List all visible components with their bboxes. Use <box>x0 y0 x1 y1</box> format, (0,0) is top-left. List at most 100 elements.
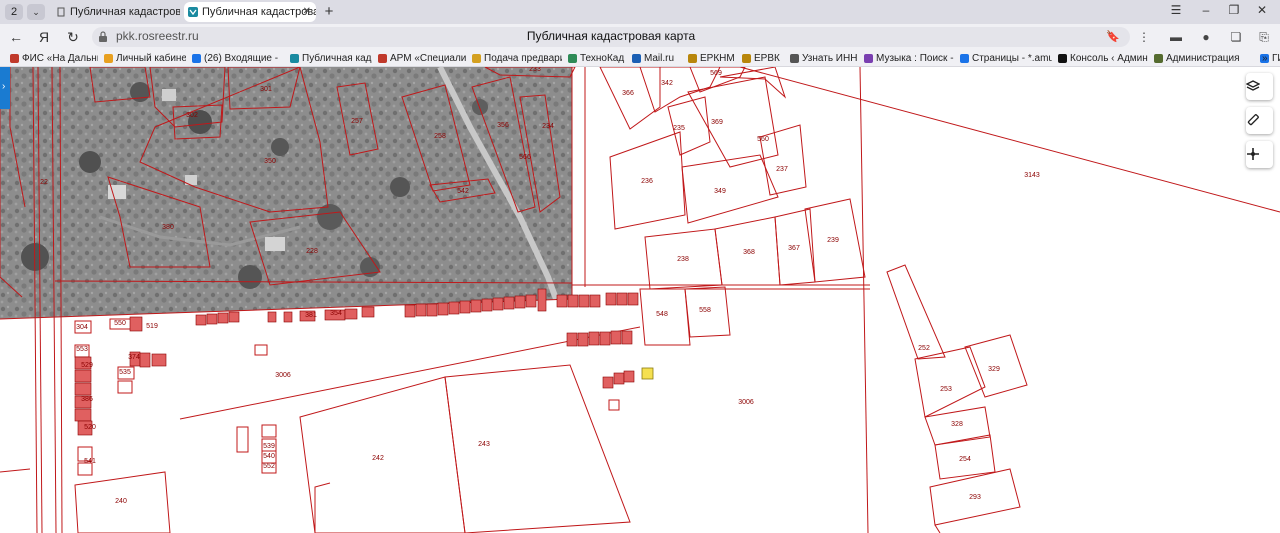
yandex-icon[interactable]: Я <box>34 28 54 46</box>
bookmark-label: ЕРВК <box>754 53 780 64</box>
more-icon[interactable]: ⋮ <box>1136 29 1152 45</box>
bookmark-item[interactable]: Администрация <box>1154 52 1254 66</box>
crosshair-icon <box>1247 148 1259 160</box>
bookmark-label: (26) Входящие - <box>204 53 279 64</box>
tab-list-dropdown[interactable]: ⌄ <box>27 4 45 20</box>
bookmark-item[interactable]: Публичная кадас <box>290 52 372 66</box>
parcel-number-label: 235 <box>673 125 685 132</box>
parcel-number-label: 3006 <box>275 372 291 379</box>
bookmark-favicon-icon <box>104 54 113 63</box>
bookmark-label: Музыка : Поиск - <box>876 53 954 64</box>
parcel-number-label: 302 <box>186 112 198 119</box>
tab-1-title: Публичная кадастровая <box>70 6 180 18</box>
bookmark-item[interactable]: ЕРВК <box>742 52 784 66</box>
parcel-number-label: 553 <box>76 346 88 353</box>
bookmark-favicon-icon <box>742 54 751 63</box>
bookmark-item[interactable]: АРМ «Специалис <box>378 52 466 66</box>
ruler-icon <box>1247 114 1259 126</box>
layers-icon <box>1246 80 1260 91</box>
parcel-number-label: 304 <box>76 324 88 331</box>
parcel-number-label: 293 <box>969 494 981 501</box>
bookmark-favicon-icon <box>378 54 387 63</box>
tab-1[interactable]: Публичная кадастровая <box>52 2 180 22</box>
bookmark-item[interactable]: Консоль ‹ Админ <box>1058 52 1148 66</box>
parcel-number-label: 349 <box>714 188 726 195</box>
tab-2-active[interactable]: Публичная кадастровая ✕ <box>184 2 316 22</box>
tab-2-title: Публичная кадастровая <box>202 6 316 18</box>
rosreestr-icon <box>188 7 198 17</box>
bookmark-label: Узнать ИНН <box>802 53 858 64</box>
new-tab-button[interactable]: + <box>320 3 338 21</box>
cadastral-map[interactable]: 301 302 257 258 356 234 350 566 542 380 228 22 233 56… <box>0 67 1280 533</box>
parcel-number-label: 342 <box>661 80 673 87</box>
collections-icon[interactable]: ❏ <box>1228 29 1244 45</box>
bookmark-favicon-icon <box>790 54 799 63</box>
parcel-number-label: 540 <box>263 453 275 460</box>
close-window-icon[interactable]: ✕ <box>1252 3 1272 17</box>
parcel-number-label: 258 <box>434 133 446 140</box>
tab-counter[interactable]: 2 <box>5 4 23 20</box>
bookmark-item[interactable]: Музыка : Поиск - <box>864 52 954 66</box>
download-icon[interactable]: ▬ <box>1168 29 1184 45</box>
layers-button[interactable] <box>1246 73 1273 100</box>
parcel-number-label: 386 <box>81 396 93 403</box>
bookmark-label: ТехноКад <box>580 53 625 64</box>
profile-icon[interactable]: ⎘ <box>1256 29 1272 45</box>
parcel-number-label: 356 <box>497 122 509 129</box>
bookmark-icon[interactable]: 🔖 <box>1106 30 1120 43</box>
bookmark-favicon-icon <box>688 54 697 63</box>
measure-button[interactable] <box>1246 107 1273 134</box>
parcel-number-label: 369 <box>711 119 723 126</box>
parcel-number-label: 535 <box>119 369 131 376</box>
parcel-number-label: 569 <box>710 70 722 77</box>
bookmark-favicon-icon <box>10 54 19 63</box>
parcel-number-label: 252 <box>918 345 930 352</box>
parcel-number-label: 239 <box>827 237 839 244</box>
parcel-number-label: 368 <box>743 249 755 256</box>
bookmark-item[interactable]: Mail.ru <box>632 52 682 66</box>
bookmark-item[interactable]: Личный кабинет <box>104 52 186 66</box>
parcel-number-label: 380 <box>162 224 174 231</box>
parcel-number-label: 542 <box>457 188 469 195</box>
highlighted-parcel[interactable] <box>641 367 654 380</box>
bookmark-item[interactable]: Подача предвари <box>472 52 562 66</box>
bookmark-label: Подача предвари <box>484 53 562 64</box>
parcel-number-label: 243 <box>478 441 490 448</box>
parcel-number-label: 550 <box>114 320 126 327</box>
parcel-number-label: 329 <box>988 366 1000 373</box>
close-tab-icon[interactable]: ✕ <box>303 2 311 22</box>
restore-icon[interactable]: ❐ <box>1224 3 1244 17</box>
back-icon[interactable]: ← <box>6 28 26 46</box>
bookmark-item[interactable]: Узнать ИНН <box>790 52 858 66</box>
bookmark-favicon-icon <box>960 54 969 63</box>
parcel-number-label: 328 <box>951 421 963 428</box>
address-bar: ← Я ↻ pkk.rosreestr.ru Публичная кадастр… <box>0 24 1280 50</box>
bookmark-item[interactable]: ТехноКад <box>568 52 626 66</box>
bookmark-favicon-icon <box>1058 54 1067 63</box>
parcel-number-label: 548 <box>656 311 668 318</box>
bookmarks-overflow-icon[interactable]: » <box>1262 52 1276 66</box>
parcel-number-label: 520 <box>84 424 96 431</box>
parcel-number-label: 354 <box>330 310 342 317</box>
bookmark-favicon-icon <box>290 54 299 63</box>
bookmark-item[interactable]: Страницы - *.amu <box>960 52 1052 66</box>
bookmark-favicon-icon <box>192 54 201 63</box>
locate-button[interactable] <box>1246 141 1273 168</box>
parcel-number-label: 519 <box>146 323 158 330</box>
side-panel-toggle[interactable]: › <box>0 67 10 109</box>
menu-icon[interactable]: ☰ <box>1166 3 1186 17</box>
map-canvas[interactable]: 301 302 257 258 356 234 350 566 542 380 228 22 233 56… <box>0 67 1280 533</box>
url-field[interactable]: pkk.rosreestr.ru Публичная кадастровая к… <box>92 27 1130 47</box>
reload-icon[interactable]: ↻ <box>63 28 83 46</box>
parcel-number-label: 233 <box>529 67 541 73</box>
bookmark-item[interactable]: ЕРКНМ <box>688 52 736 66</box>
bookmark-favicon-icon <box>632 54 641 63</box>
bookmark-item[interactable]: ФИС «На Дальни <box>10 52 98 66</box>
bookmark-item[interactable]: (26) Входящие - <box>192 52 284 66</box>
bookmark-label: ФИС «На Дальни <box>22 53 98 64</box>
extension-icon[interactable]: ● <box>1198 29 1214 45</box>
minimize-icon[interactable]: – <box>1196 3 1216 17</box>
parcel-number-label: 381 <box>305 312 317 319</box>
bookmark-favicon-icon <box>864 54 873 63</box>
parcel-number-label: 301 <box>260 86 272 93</box>
